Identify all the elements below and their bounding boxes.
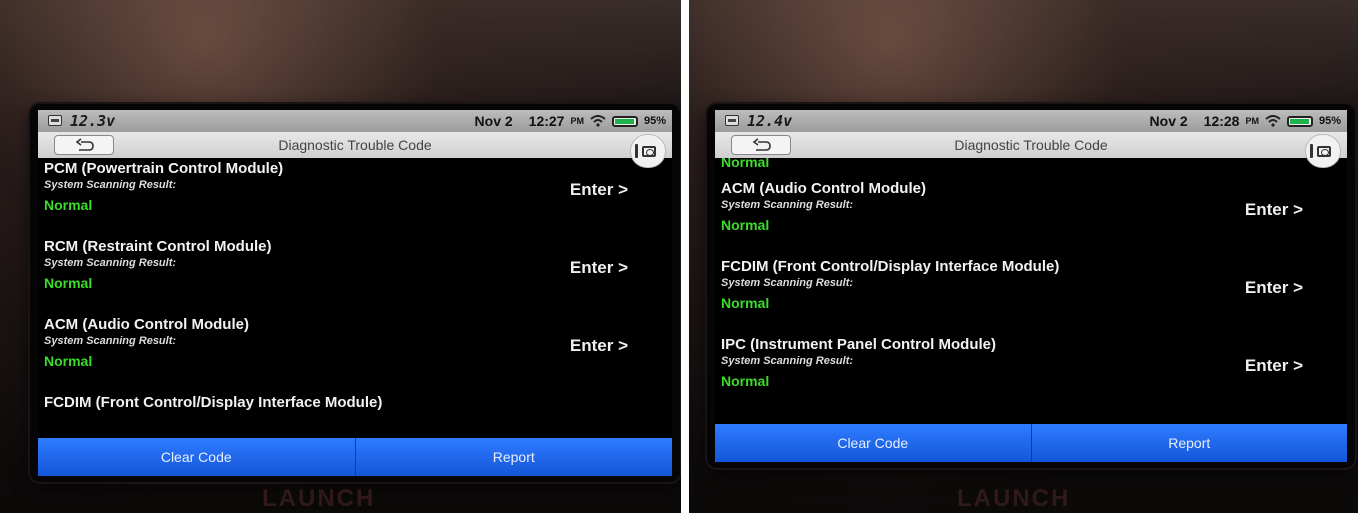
- device-brand-logo: LAUNCH: [262, 485, 376, 512]
- module-list[interactable]: Normal ACM (Audio Control Module) System…: [715, 158, 1347, 424]
- report-button[interactable]: Report: [356, 438, 673, 476]
- list-item[interactable]: ACM (Audio Control Module) System Scanni…: [715, 178, 1347, 256]
- device-bezel: 12.3v Nov 2 12:27 PM 95% Diagnostic Trou…: [30, 104, 680, 482]
- enter-button[interactable]: Enter >: [1245, 356, 1303, 376]
- voltage-icon: [48, 115, 62, 126]
- status-time: 12:28: [1203, 113, 1240, 129]
- list-item[interactable]: FCDIM (Front Control/Display Interface M…: [715, 256, 1347, 334]
- battery-voltage: 12.3v: [70, 112, 116, 130]
- scan-result-label: System Scanning Result:: [44, 179, 177, 191]
- clear-code-button[interactable]: Clear Code: [38, 438, 356, 476]
- enter-button[interactable]: Enter >: [1245, 200, 1303, 220]
- scan-result-label: System Scanning Result:: [721, 199, 854, 211]
- module-name: ACM (Audio Control Module): [44, 316, 249, 333]
- scan-status: Normal: [721, 295, 770, 311]
- screenshot-camera-icon: [642, 146, 656, 157]
- battery-icon: [611, 115, 638, 127]
- module-name: ACM (Audio Control Module): [721, 180, 926, 197]
- status-ampm: PM: [1245, 116, 1259, 126]
- list-item: Normal: [715, 158, 1347, 178]
- edge-bar-icon: [1310, 144, 1313, 158]
- photo-divider: [681, 0, 689, 513]
- list-item[interactable]: RCM (Restraint Control Module) System Sc…: [38, 236, 672, 314]
- enter-button[interactable]: Enter >: [570, 258, 628, 278]
- left-photo: 12.3v Nov 2 12:27 PM 95% Diagnostic Trou…: [0, 0, 681, 513]
- enter-button[interactable]: Enter >: [1245, 278, 1303, 298]
- scan-status: Normal: [721, 158, 770, 170]
- title-bar: Diagnostic Trouble Code: [38, 132, 672, 168]
- report-button[interactable]: Report: [1032, 424, 1348, 462]
- status-date: Nov 2: [1149, 113, 1188, 129]
- device-screen: 12.4v Nov 2 12:28 PM 95% Diagnostic Trou…: [715, 110, 1347, 462]
- battery-percent: 95%: [643, 115, 666, 127]
- page-title: Diagnostic Trouble Code: [278, 137, 432, 153]
- scan-status: Normal: [44, 197, 93, 213]
- screenshot-camera-icon: [1317, 146, 1331, 157]
- scan-result-label: System Scanning Result:: [44, 335, 177, 347]
- status-bar: 12.3v Nov 2 12:27 PM 95%: [38, 110, 672, 132]
- scan-result-label: System Scanning Result:: [44, 257, 177, 269]
- status-ampm: PM: [570, 116, 584, 126]
- status-bar: 12.4v Nov 2 12:28 PM 95%: [715, 110, 1347, 132]
- enter-button[interactable]: Enter >: [570, 180, 628, 200]
- list-item[interactable]: PCM (Powertrain Control Module) System S…: [38, 158, 672, 236]
- title-bar: Diagnostic Trouble Code: [715, 132, 1347, 168]
- battery-voltage: 12.4v: [747, 112, 793, 130]
- device-screen: 12.3v Nov 2 12:27 PM 95% Diagnostic Trou…: [38, 110, 672, 476]
- page-title: Diagnostic Trouble Code: [954, 137, 1108, 153]
- device-bezel: 12.4v Nov 2 12:28 PM 95% Diagnostic Trou…: [707, 104, 1355, 468]
- module-name: RCM (Restraint Control Module): [44, 238, 272, 255]
- enter-button[interactable]: Enter >: [570, 336, 628, 356]
- scan-result-label: System Scanning Result:: [721, 277, 854, 289]
- list-item[interactable]: ACM (Audio Control Module) System Scanni…: [38, 314, 672, 392]
- scan-status: Normal: [721, 217, 770, 233]
- scan-status: Normal: [721, 373, 770, 389]
- module-list[interactable]: PCM (Powertrain Control Module) System S…: [38, 158, 672, 438]
- edge-bar-icon: [635, 144, 638, 158]
- voltage-icon: [725, 115, 739, 126]
- clear-code-button[interactable]: Clear Code: [715, 424, 1032, 462]
- status-date: Nov 2: [474, 113, 513, 129]
- module-name: FCDIM (Front Control/Display Interface M…: [44, 394, 383, 411]
- bottom-action-bar: Clear Code Report: [715, 424, 1347, 462]
- battery-percent: 95%: [1318, 115, 1341, 127]
- wifi-icon: [590, 115, 606, 127]
- module-name: PCM (Powertrain Control Module): [44, 160, 284, 177]
- battery-icon: [1286, 115, 1313, 127]
- wifi-icon: [1265, 115, 1281, 127]
- status-time: 12:27: [528, 113, 565, 129]
- scan-status: Normal: [44, 275, 93, 291]
- device-brand-logo: LAUNCH: [957, 485, 1071, 512]
- module-name: FCDIM (Front Control/Display Interface M…: [721, 258, 1060, 275]
- bottom-action-bar: Clear Code Report: [38, 438, 672, 476]
- module-name: IPC (Instrument Panel Control Module): [721, 336, 997, 353]
- scan-result-label: System Scanning Result:: [721, 355, 854, 367]
- right-photo: 12.4v Nov 2 12:28 PM 95% Diagnostic Trou…: [689, 0, 1358, 513]
- list-item[interactable]: IPC (Instrument Panel Control Module) Sy…: [715, 334, 1347, 412]
- list-item[interactable]: FCDIM (Front Control/Display Interface M…: [38, 392, 672, 438]
- scan-status: Normal: [44, 353, 93, 369]
